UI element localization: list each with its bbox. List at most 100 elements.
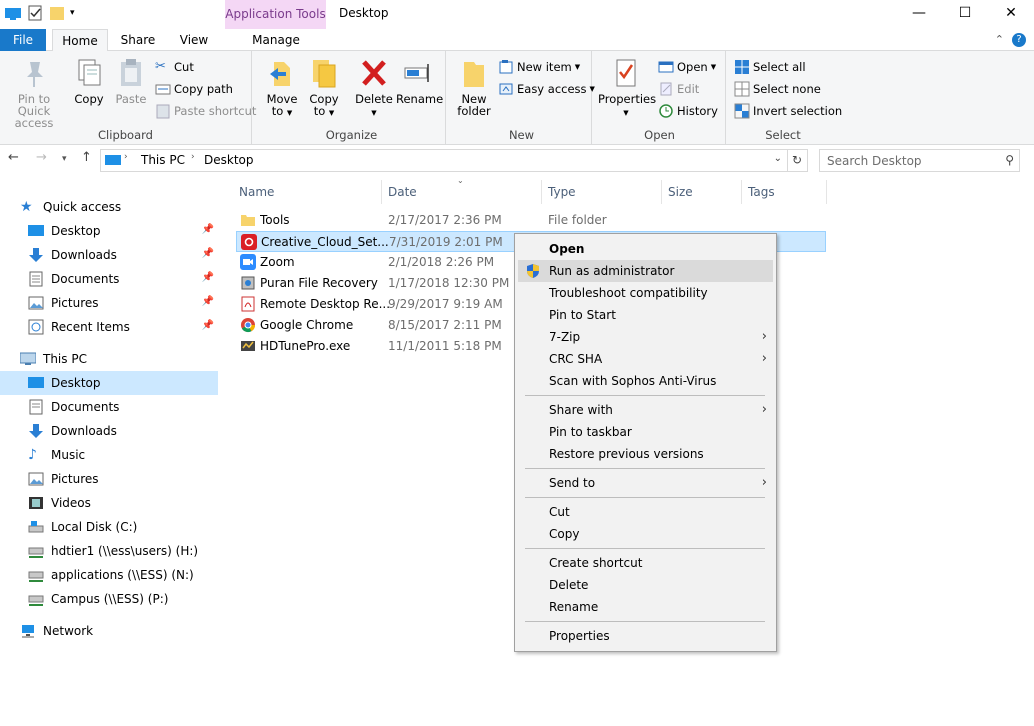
new-item-button[interactable]: New item ▼: [498, 58, 580, 76]
copy-to-button[interactable]: Copy to ▼: [306, 56, 342, 119]
tab-view[interactable]: View: [168, 29, 220, 51]
pin-icon[interactable]: 📌: [202, 224, 214, 235]
nav-network[interactable]: Network: [0, 619, 218, 643]
pin-to-quick-access-button[interactable]: Pin to Quick access: [2, 56, 66, 129]
back-arrow-icon[interactable]: ←: [8, 150, 19, 165]
nav-pc-pictures[interactable]: Pictures: [0, 467, 218, 491]
up-arrow-icon[interactable]: ↑: [81, 150, 92, 165]
column-header-name[interactable]: Name: [239, 184, 274, 206]
nav-quick-pictures[interactable]: Pictures 📌: [0, 291, 218, 315]
menu-scan-sophos[interactable]: Scan with Sophos Anti-Virus: [518, 370, 773, 392]
nav-pc-desktop[interactable]: Desktop: [0, 371, 218, 395]
nav-pc-downloads[interactable]: Downloads: [0, 419, 218, 443]
move-to-button[interactable]: Move to ▼: [264, 56, 300, 119]
nav-quick-desktop[interactable]: Desktop 📌: [0, 219, 218, 243]
address-dropdown-icon[interactable]: ⌄: [774, 153, 782, 164]
column-divider[interactable]: [541, 180, 542, 204]
search-input[interactable]: [827, 151, 997, 171]
search-icon[interactable]: ⚲: [1005, 153, 1014, 167]
nav-pc-local-disk[interactable]: Local Disk (C:): [0, 515, 218, 539]
easy-access-button[interactable]: Easy access ▼: [498, 80, 595, 98]
address-bar[interactable]: › This PC › Desktop ⌄: [100, 149, 788, 172]
tab-share[interactable]: Share: [112, 29, 164, 51]
column-header-date[interactable]: Date: [388, 184, 417, 206]
properties-check-icon: [616, 59, 636, 87]
explorer-icon[interactable]: [4, 5, 22, 21]
tab-file[interactable]: File: [0, 29, 46, 51]
customize-qat-icon[interactable]: ▾: [70, 8, 75, 18]
pin-icon[interactable]: 📌: [202, 272, 214, 283]
column-header-type[interactable]: Type: [548, 184, 576, 206]
nav-pc-drive-h[interactable]: hdtier1 (\\ess\users) (H:): [0, 539, 218, 563]
breadcrumb-desktop[interactable]: Desktop: [204, 153, 254, 167]
menu-share-with[interactable]: Share with ›: [518, 399, 773, 421]
menu-cut[interactable]: Cut: [518, 501, 773, 523]
menu-properties[interactable]: Properties: [518, 625, 773, 647]
menu-7zip[interactable]: 7-Zip ›: [518, 326, 773, 348]
menu-crc-sha[interactable]: CRC SHA ›: [518, 348, 773, 370]
close-button[interactable]: ✕: [988, 0, 1034, 29]
menu-delete[interactable]: Delete: [518, 574, 773, 596]
select-none-icon: [734, 81, 750, 97]
search-box[interactable]: ⚲: [819, 149, 1020, 172]
nav-pc-music[interactable]: ♪ Music: [0, 443, 218, 467]
nav-quick-documents[interactable]: Documents 📌: [0, 267, 218, 291]
breadcrumb-this-pc[interactable]: This PC: [141, 153, 185, 167]
recent-locations-icon[interactable]: ▾: [62, 154, 67, 164]
menu-pin-to-start[interactable]: Pin to Start: [518, 304, 773, 326]
paste-shortcut-button[interactable]: Paste shortcut: [155, 102, 256, 120]
properties-icon[interactable]: [26, 5, 44, 21]
column-divider[interactable]: [741, 180, 742, 204]
copy-path-button[interactable]: Copy path: [155, 80, 233, 98]
column-divider[interactable]: [661, 180, 662, 204]
menu-open[interactable]: Open: [518, 238, 773, 260]
nav-pc-videos[interactable]: Videos: [0, 491, 218, 515]
menu-create-shortcut[interactable]: Create shortcut: [518, 552, 773, 574]
application-tools-tab[interactable]: Application Tools: [225, 0, 326, 29]
edit-button[interactable]: Edit: [658, 80, 699, 98]
column-header-tags[interactable]: Tags: [748, 184, 775, 206]
nav-this-pc[interactable]: This PC: [0, 347, 218, 371]
copy-button[interactable]: Copy: [70, 56, 108, 105]
pin-icon[interactable]: 📌: [202, 248, 214, 259]
column-divider[interactable]: [826, 180, 827, 204]
menu-send-to[interactable]: Send to ›: [518, 472, 773, 494]
menu-copy[interactable]: Copy: [518, 523, 773, 545]
column-header-size[interactable]: Size: [668, 184, 693, 206]
collapse-ribbon-icon[interactable]: ⌃: [995, 33, 1004, 47]
minimize-button[interactable]: —: [896, 0, 942, 29]
maximize-button[interactable]: ☐: [942, 0, 988, 29]
nav-quick-recent-items[interactable]: Recent Items 📌: [0, 315, 218, 339]
rename-button[interactable]: Rename: [396, 56, 443, 105]
nav-pc-drive-n[interactable]: applications (\\ESS) (N:): [0, 563, 218, 587]
new-folder-icon[interactable]: [48, 5, 66, 21]
pin-icon[interactable]: 📌: [202, 320, 214, 331]
paste-button[interactable]: Paste: [112, 56, 150, 105]
new-folder-button[interactable]: New folder: [454, 56, 494, 117]
refresh-icon[interactable]: ↻: [787, 149, 808, 172]
menu-pin-to-taskbar[interactable]: Pin to taskbar: [518, 421, 773, 443]
nav-pc-documents[interactable]: Documents: [0, 395, 218, 419]
forward-arrow-icon[interactable]: →: [36, 150, 47, 165]
file-row[interactable]: Tools 2/17/2017 2:36 PM File folder: [236, 210, 826, 231]
nav-pc-drive-p[interactable]: Campus (\\ESS) (P:): [0, 587, 218, 611]
menu-rename[interactable]: Rename: [518, 596, 773, 618]
nav-quick-access[interactable]: ★ Quick access: [0, 195, 218, 219]
menu-run-as-administrator[interactable]: Run as administrator: [518, 260, 773, 282]
nav-quick-downloads[interactable]: Downloads 📌: [0, 243, 218, 267]
select-none-button[interactable]: Select none: [734, 80, 821, 98]
help-icon[interactable]: ?: [1012, 33, 1026, 47]
menu-restore-previous-versions[interactable]: Restore previous versions: [518, 443, 773, 465]
cut-button[interactable]: ✂ Cut: [155, 58, 194, 76]
pin-icon[interactable]: 📌: [202, 296, 214, 307]
tab-manage[interactable]: Manage: [226, 29, 326, 51]
menu-troubleshoot-compatibility[interactable]: Troubleshoot compatibility: [518, 282, 773, 304]
invert-selection-button[interactable]: Invert selection: [734, 102, 842, 120]
history-button[interactable]: History: [658, 102, 718, 120]
column-divider[interactable]: [381, 180, 382, 204]
tab-home[interactable]: Home: [52, 29, 108, 52]
open-button[interactable]: Open ▼: [658, 58, 716, 76]
properties-button[interactable]: Properties ▼: [598, 56, 656, 119]
delete-button[interactable]: Delete ▼: [354, 56, 394, 119]
select-all-button[interactable]: Select all: [734, 58, 806, 76]
